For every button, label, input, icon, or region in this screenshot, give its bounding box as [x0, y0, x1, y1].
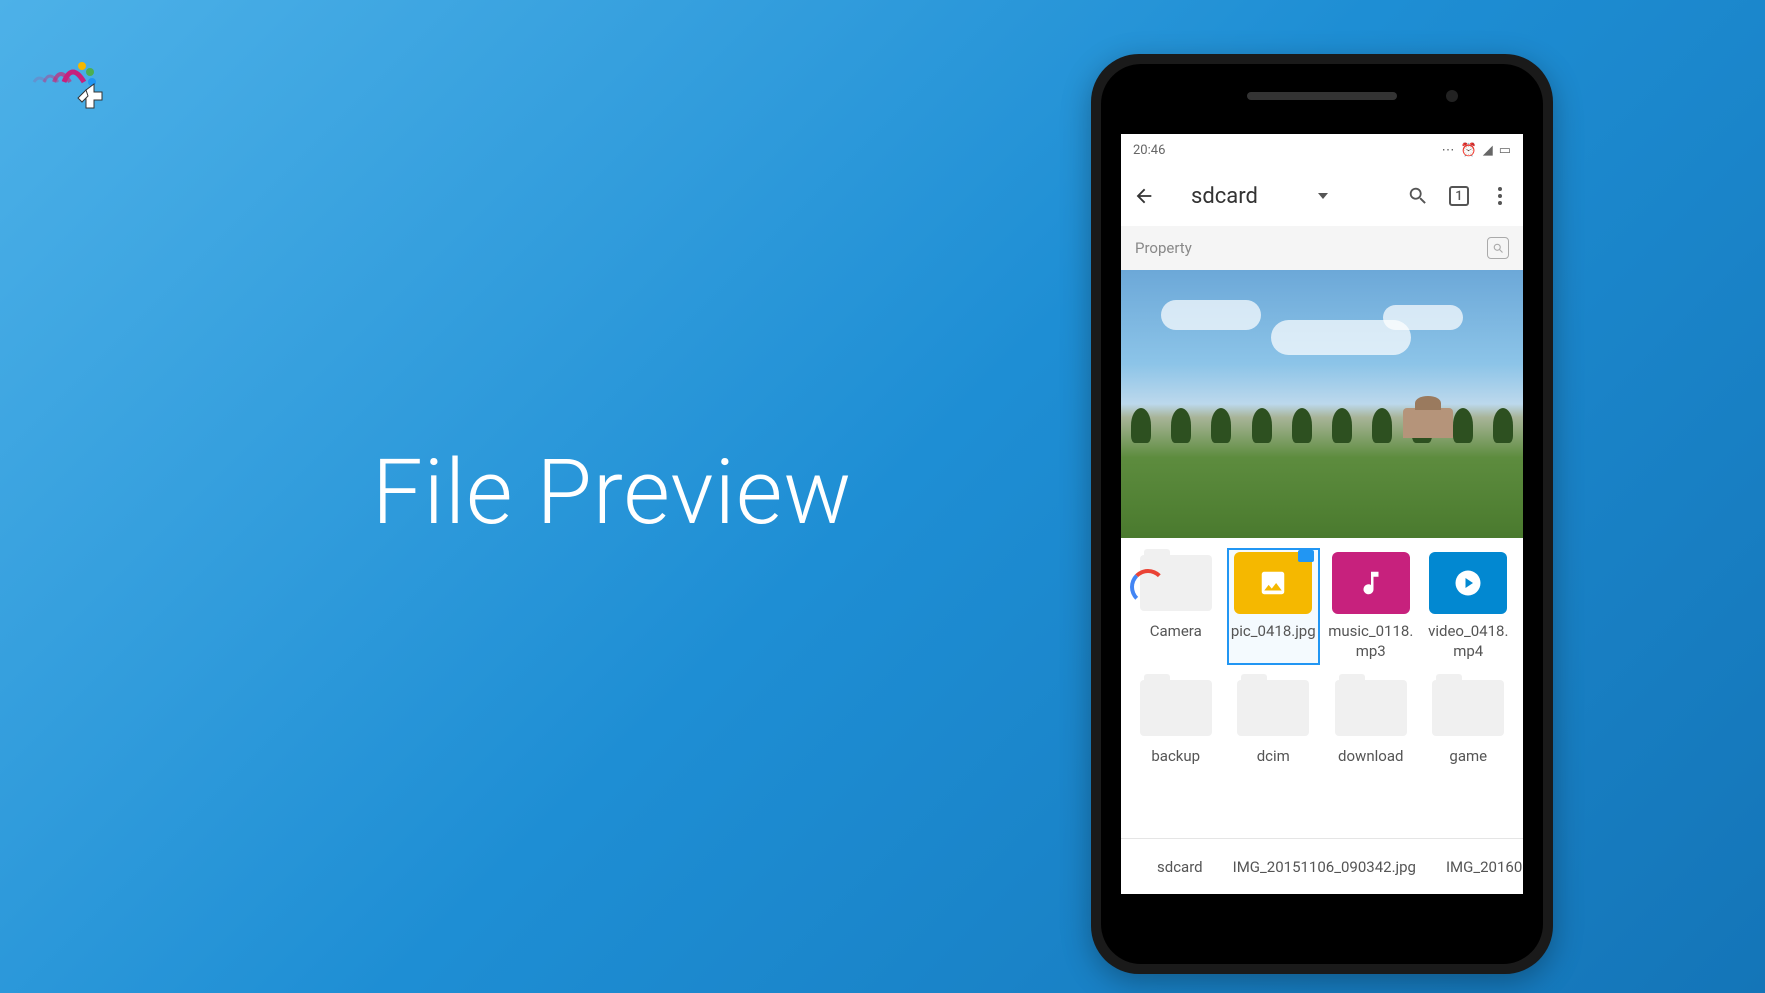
breadcrumb-item[interactable]: sdcard — [1149, 854, 1211, 880]
folder-icon — [1237, 680, 1309, 736]
breadcrumb-item[interactable]: IMG_20160: — [1438, 854, 1523, 880]
breadcrumb-item[interactable]: IMG_20151106_090342.jpg — [1225, 854, 1424, 880]
folder-icon — [1140, 555, 1212, 611]
file-preview-image[interactable] — [1121, 270, 1523, 538]
phone-frame: 20:46 ⋯ ⏰ ◢ ▭ sdcard — [1091, 54, 1553, 974]
more-menu-button[interactable] — [1489, 185, 1511, 207]
file-label: backup — [1151, 747, 1200, 767]
back-button[interactable] — [1133, 185, 1155, 207]
hero-title: File Preview — [372, 440, 852, 545]
file-label: music_0118.mp3 — [1326, 622, 1416, 661]
video-file-icon — [1429, 552, 1507, 614]
file-grid: Camera pic_0418.jpg music_0118.mp3 — [1121, 538, 1523, 781]
file-label: game — [1449, 747, 1487, 767]
phone-speaker — [1247, 92, 1397, 100]
file-label: dcim — [1257, 747, 1290, 767]
file-label: video_0418.mp4 — [1424, 622, 1514, 661]
property-label: Property — [1135, 239, 1192, 257]
search-button[interactable] — [1407, 185, 1429, 207]
file-label: download — [1338, 747, 1403, 767]
file-item-download[interactable]: download — [1324, 673, 1418, 771]
zoom-search-button[interactable] — [1487, 237, 1509, 259]
breadcrumb-bar: sdcard IMG_20151106_090342.jpg IMG_20160… — [1121, 838, 1523, 894]
alarm-icon: ⏰ — [1461, 143, 1477, 158]
music-file-icon — [1332, 552, 1410, 614]
location-dropdown[interactable]: sdcard — [1191, 184, 1389, 209]
tab-count-button[interactable]: 1 — [1449, 186, 1469, 206]
image-file-icon — [1234, 552, 1312, 614]
selected-badge — [1298, 550, 1314, 562]
file-item-music[interactable]: music_0118.mp3 — [1324, 548, 1418, 665]
phone-screen: 20:46 ⋯ ⏰ ◢ ▭ sdcard — [1121, 134, 1523, 894]
app-bar: sdcard 1 — [1121, 166, 1523, 226]
view-grid-button[interactable] — [1131, 858, 1135, 876]
folder-icon — [1432, 680, 1504, 736]
file-item-dcim[interactable]: dcim — [1227, 673, 1321, 771]
file-label: pic_0418.jpg — [1231, 622, 1316, 642]
battery-icon: ▭ — [1499, 143, 1511, 158]
chevron-down-icon — [1318, 193, 1328, 199]
signal-icon: ◢ — [1483, 143, 1493, 158]
location-title: sdcard — [1191, 184, 1258, 209]
file-item-pic[interactable]: pic_0418.jpg — [1227, 548, 1321, 665]
file-label: Camera — [1150, 622, 1202, 642]
folder-icon — [1335, 680, 1407, 736]
phone-camera — [1446, 90, 1458, 102]
status-bar: 20:46 ⋯ ⏰ ◢ ▭ — [1121, 134, 1523, 166]
file-item-backup[interactable]: backup — [1129, 673, 1223, 771]
file-item-video[interactable]: video_0418.mp4 — [1422, 548, 1516, 665]
file-item-game[interactable]: game — [1422, 673, 1516, 771]
more-status-icon: ⋯ — [1442, 143, 1455, 158]
status-icons: ⋯ ⏰ ◢ ▭ — [1442, 143, 1511, 158]
folder-icon — [1140, 680, 1212, 736]
app-logo-cursor — [24, 52, 134, 122]
status-time: 20:46 — [1133, 143, 1165, 158]
file-item-camera[interactable]: Camera — [1129, 548, 1223, 665]
property-bar: Property — [1121, 226, 1523, 270]
